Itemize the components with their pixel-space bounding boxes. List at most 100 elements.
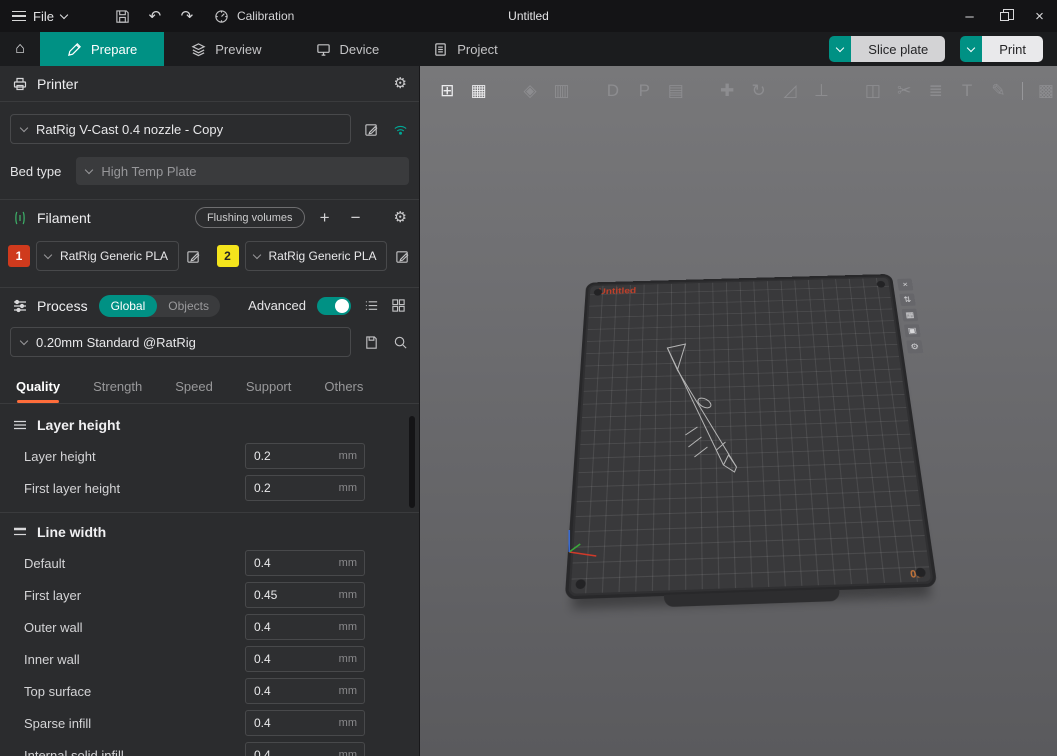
variable-layer-height-icon[interactable]: ≣: [924, 78, 946, 103]
process-scope-toggle: Global Objects: [99, 295, 220, 317]
toolbar-divider: [1022, 82, 1023, 100]
split-objects-icon[interactable]: D: [602, 78, 624, 103]
save-button[interactable]: [107, 0, 139, 32]
setting-row: Default mm: [0, 547, 419, 579]
edit-filament-2-icon[interactable]: [393, 247, 411, 265]
subtab-strength[interactable]: Strength: [93, 379, 142, 403]
tab-device[interactable]: Device: [289, 32, 407, 66]
layer-height-input[interactable]: [246, 449, 339, 463]
build-plate[interactable]: Untitled 01 × ⇅ ▦ ▣ ⚙: [565, 274, 938, 600]
flushing-volumes-button[interactable]: Flushing volumes: [195, 207, 305, 228]
scope-global-option[interactable]: Global: [99, 295, 158, 317]
subtab-support[interactable]: Support: [246, 379, 292, 403]
remove-filament-button[interactable]: −: [345, 207, 367, 229]
slice-plate-button[interactable]: Slice plate: [829, 36, 945, 62]
filament-settings-gear-icon[interactable]: ⚙: [394, 210, 407, 225]
sparse-infill-line-width-field[interactable]: mm: [245, 710, 365, 736]
layer-height-field[interactable]: mm: [245, 443, 365, 469]
close-button[interactable]: ×: [1022, 0, 1057, 32]
assembly-view-icon[interactable]: ▩: [1035, 78, 1057, 103]
lock-plate-icon[interactable]: ▣: [904, 324, 921, 337]
edit-printer-icon[interactable]: [362, 120, 380, 138]
default-line-width-input[interactable]: [246, 556, 339, 570]
add-plate-icon[interactable]: ⊞: [436, 78, 458, 103]
internal-solid-infill-line-width-input[interactable]: [246, 748, 339, 756]
plate-settings-icon[interactable]: ⚙: [906, 340, 923, 353]
subtab-speed[interactable]: Speed: [175, 379, 213, 403]
fill-bed-icon[interactable]: ▥: [550, 78, 572, 103]
auto-arrange-icon[interactable]: ▦: [467, 78, 489, 103]
delete-plate-icon[interactable]: ×: [897, 279, 913, 291]
printer-preset-select[interactable]: RatRig V-Cast 0.4 nozzle - Copy: [10, 114, 351, 144]
internal-solid-infill-line-width-field[interactable]: mm: [245, 742, 365, 756]
subtab-others[interactable]: Others: [324, 379, 363, 403]
maximize-button[interactable]: [987, 0, 1022, 32]
cut-icon[interactable]: ✂: [893, 78, 915, 103]
sparse-infill-line-width-input[interactable]: [246, 716, 339, 730]
print-options-dropdown[interactable]: [960, 36, 982, 62]
text-tool-icon[interactable]: T: [956, 78, 978, 103]
inner-wall-line-width-input[interactable]: [246, 652, 339, 666]
edit-filament-1-icon[interactable]: [185, 247, 203, 265]
scope-objects-option[interactable]: Objects: [157, 299, 220, 313]
process-icon: [12, 298, 28, 314]
search-icon[interactable]: [391, 333, 409, 351]
printer-settings-gear-icon[interactable]: ⚙: [394, 76, 407, 91]
rotate-icon[interactable]: ↻: [747, 78, 769, 103]
objects-list-icon[interactable]: [362, 297, 380, 315]
add-filament-button[interactable]: +: [314, 207, 336, 229]
minimize-button[interactable]: –: [952, 0, 987, 32]
arrange-plate-icon[interactable]: ▦: [902, 309, 919, 322]
lay-flat-icon[interactable]: ⊥: [810, 78, 832, 103]
first-layer-height-field[interactable]: mm: [245, 475, 365, 501]
first-layer-line-width-input[interactable]: [246, 588, 339, 602]
unit-label: mm: [339, 749, 364, 756]
first-layer-height-input[interactable]: [246, 481, 339, 495]
undo-button[interactable]: ↶: [139, 0, 171, 32]
settings-scrollbar[interactable]: [409, 416, 415, 508]
default-line-width-field[interactable]: mm: [245, 550, 365, 576]
filament-2-preset-select[interactable]: RatRig Generic PLA: [245, 241, 388, 271]
setting-label: Default: [24, 556, 65, 571]
print-button[interactable]: Print: [960, 36, 1043, 62]
scene-3d[interactable]: Untitled 01 × ⇅ ▦ ▣ ⚙: [420, 110, 1057, 756]
save-preset-icon[interactable]: [362, 333, 380, 351]
top-surface-line-width-input[interactable]: [246, 684, 339, 698]
orient-plate-icon[interactable]: ⇅: [899, 293, 916, 306]
top-surface-line-width-field[interactable]: mm: [245, 678, 365, 704]
compare-presets-icon[interactable]: [389, 297, 407, 315]
bed-type-select[interactable]: High Temp Plate: [76, 157, 409, 185]
file-menu[interactable]: File: [0, 0, 79, 32]
object-table-icon[interactable]: ▤: [665, 78, 687, 103]
paint-tool-icon[interactable]: ✎: [987, 78, 1009, 103]
viewport-3d[interactable]: ⊞ ▦ ◈ ▥ D P ▤ ✚ ↻ ◿ ⊥ ◫ ✂ ≣ T ✎: [420, 66, 1057, 756]
calibration-button[interactable]: Calibration: [203, 0, 304, 32]
first-layer-line-width-field[interactable]: mm: [245, 582, 365, 608]
move-icon[interactable]: ✚: [716, 78, 738, 103]
filament-1-color-badge[interactable]: 1: [8, 245, 30, 267]
filament-2-color-badge[interactable]: 2: [217, 245, 239, 267]
redo-button[interactable]: ↷: [171, 0, 203, 32]
tab-preview[interactable]: Preview: [164, 32, 288, 66]
tab-prepare[interactable]: Prepare: [40, 32, 164, 66]
filament-1-preset-select[interactable]: RatRig Generic PLA: [36, 241, 179, 271]
advanced-toggle[interactable]: [317, 297, 351, 315]
chevron-down-icon: [20, 123, 28, 131]
main-area: Printer ⚙ RatRig V-Cast 0.4 nozzle - Cop…: [0, 66, 1057, 756]
inner-wall-line-width-field[interactable]: mm: [245, 646, 365, 672]
home-button[interactable]: ⌂: [0, 32, 40, 66]
outer-wall-line-width-input[interactable]: [246, 620, 339, 634]
scale-icon[interactable]: ◿: [779, 78, 801, 103]
group-title: Layer height: [37, 417, 120, 433]
slice-options-dropdown[interactable]: [829, 36, 851, 62]
mirror-icon[interactable]: ◫: [862, 78, 884, 103]
outer-wall-line-width-field[interactable]: mm: [245, 614, 365, 640]
printer-icon: [12, 76, 28, 92]
process-preset-select[interactable]: 0.20mm Standard @RatRig: [10, 327, 351, 357]
tab-project[interactable]: Project: [406, 32, 524, 66]
filament-section-header: Filament Flushing volumes + − ⚙: [0, 199, 419, 235]
subtab-quality[interactable]: Quality: [16, 379, 60, 403]
printer-connection-wifi-icon[interactable]: [391, 120, 409, 138]
split-parts-icon[interactable]: P: [633, 78, 655, 103]
auto-orient-icon[interactable]: ◈: [519, 78, 541, 103]
